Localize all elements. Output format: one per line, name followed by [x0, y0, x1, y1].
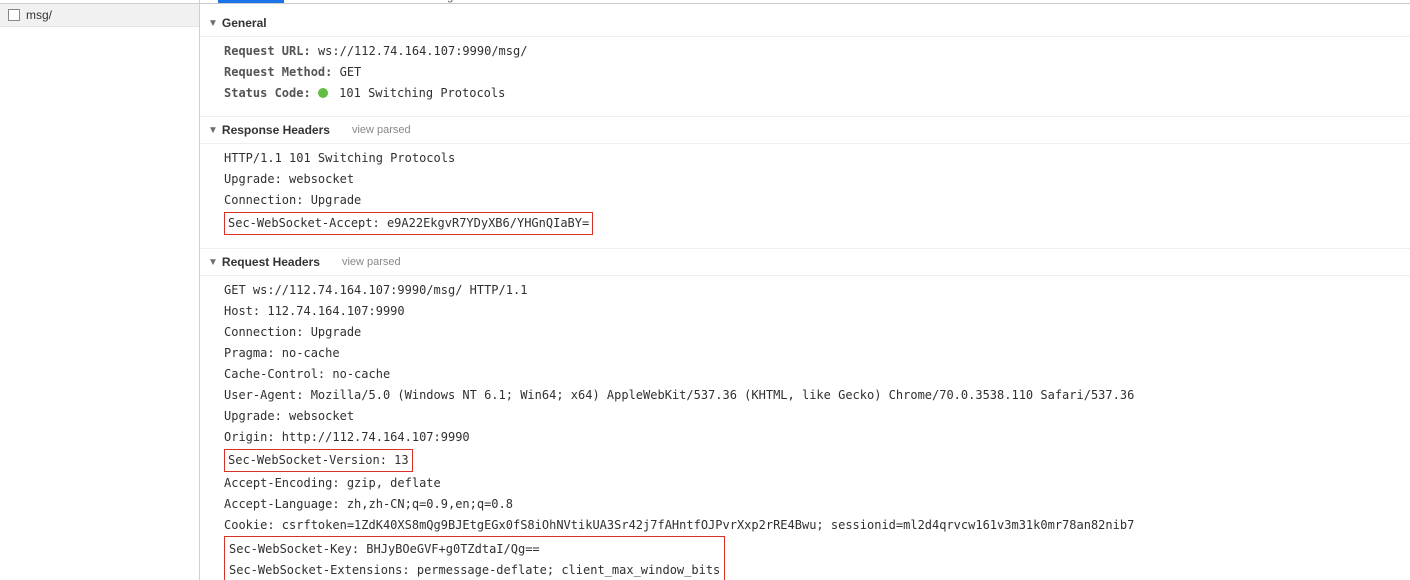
- sec-websocket-ext-line: Sec-WebSocket-Extensions: permessage-def…: [229, 560, 720, 580]
- main-panel: Headers Frames Cookies Timing ▼ General …: [200, 0, 1410, 580]
- headers-panel: ▼ General Request URL: ws://112.74.164.1…: [200, 4, 1410, 580]
- view-parsed-link[interactable]: view parsed: [352, 124, 411, 136]
- tab-cookies[interactable]: Cookies: [345, 0, 409, 3]
- section-request-body: GET ws://112.74.164.107:9990/msg/ HTTP/1…: [200, 276, 1410, 580]
- request-method-label: Request Method:: [224, 65, 332, 79]
- triangle-down-icon: ▼: [208, 257, 218, 268]
- sidebar-item-label: msg/: [26, 8, 52, 22]
- section-general-header[interactable]: ▼ General: [200, 10, 1410, 37]
- header-line: Upgrade: websocket: [224, 406, 1402, 427]
- sec-websocket-accept-box: Sec-WebSocket-Accept: e9A22EkgvR7YDyXB6/…: [224, 212, 593, 235]
- status-code-label: Status Code:: [224, 86, 311, 100]
- header-line: Origin: http://112.74.164.107:9990: [224, 427, 1402, 448]
- tab-headers[interactable]: Headers: [218, 0, 284, 3]
- header-line: Accept-Encoding: gzip, deflate: [224, 473, 1402, 494]
- section-title: Request Headers: [222, 255, 320, 269]
- section-response-body: HTTP/1.1 101 Switching Protocols Upgrade…: [200, 144, 1410, 248]
- sec-websocket-version-box: Sec-WebSocket-Version: 13: [224, 449, 413, 472]
- section-response-header[interactable]: ▼ Response Headers view parsed: [200, 117, 1410, 144]
- header-line: Accept-Language: zh,zh-CN;q=0.9,en;q=0.8: [224, 494, 1402, 515]
- status-code-value: 101 Switching Protocols: [339, 86, 505, 100]
- header-line: Connection: Upgrade: [224, 190, 1402, 211]
- view-parsed-link[interactable]: view parsed: [342, 256, 401, 268]
- header-line: Cookie: csrftoken=1ZdK40XS8mQg9BJEtgEGx0…: [224, 515, 1402, 536]
- header-line: Upgrade: websocket: [224, 169, 1402, 190]
- header-line: Cache-Control: no-cache: [224, 364, 1402, 385]
- request-url-value: ws://112.74.164.107:9990/msg/: [318, 44, 528, 58]
- status-dot-icon: [318, 88, 328, 98]
- sec-websocket-key-line: Sec-WebSocket-Key: BHJyBOeGVF+g0TZdtaI/Q…: [229, 539, 720, 560]
- sec-websocket-key-ext-box: Sec-WebSocket-Key: BHJyBOeGVF+g0TZdtaI/Q…: [224, 536, 725, 580]
- header-line: Connection: Upgrade: [224, 322, 1402, 343]
- header-line: Host: 112.74.164.107:9990: [224, 301, 1402, 322]
- tab-frames[interactable]: Frames: [284, 0, 345, 3]
- triangle-down-icon: ▼: [208, 125, 218, 136]
- header-line: HTTP/1.1 101 Switching Protocols: [224, 148, 1402, 169]
- sidebar: msg/: [0, 0, 200, 580]
- tab-timing[interactable]: Timing: [409, 0, 466, 3]
- request-url-row: Request URL: ws://112.74.164.107:9990/ms…: [224, 41, 1402, 62]
- status-code-row: Status Code: 101 Switching Protocols: [224, 83, 1402, 104]
- request-url-label: Request URL:: [224, 44, 311, 58]
- section-title: Response Headers: [222, 123, 330, 137]
- header-line: User-Agent: Mozilla/5.0 (Windows NT 6.1;…: [224, 385, 1402, 406]
- header-line: Pragma: no-cache: [224, 343, 1402, 364]
- request-method-value: GET: [340, 65, 362, 79]
- sidebar-item-msg[interactable]: msg/: [0, 4, 199, 27]
- file-icon: [8, 9, 20, 21]
- triangle-down-icon: ▼: [208, 18, 218, 29]
- section-title: General: [222, 16, 267, 30]
- header-line: GET ws://112.74.164.107:9990/msg/ HTTP/1…: [224, 280, 1402, 301]
- section-request-header[interactable]: ▼ Request Headers view parsed: [200, 249, 1410, 276]
- request-method-row: Request Method: GET: [224, 62, 1402, 83]
- section-general-body: Request URL: ws://112.74.164.107:9990/ms…: [200, 37, 1410, 116]
